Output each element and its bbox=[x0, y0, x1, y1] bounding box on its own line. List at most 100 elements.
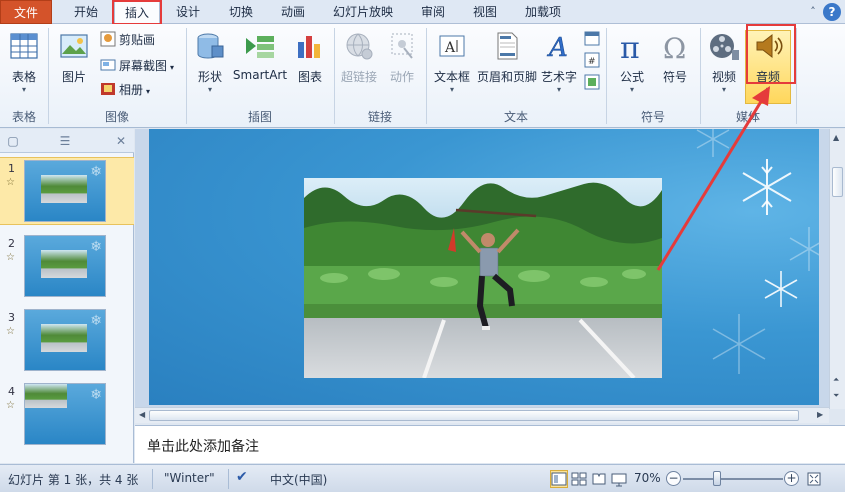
zoom-in-button[interactable]: + bbox=[784, 471, 799, 486]
snowflake-decoration bbox=[696, 129, 819, 374]
group-label-symbols: 符号 bbox=[640, 110, 665, 124]
action-button[interactable]: 动作 bbox=[384, 28, 420, 104]
zoom-out-button[interactable]: − bbox=[666, 471, 681, 486]
ribbon: 表格 ▾ 表格 图片 剪贴画 屏幕截图 ▾ 相册 ▾ 图像 形状 ▾ Smart… bbox=[0, 24, 845, 128]
transition-star-icon: ☆ bbox=[6, 400, 15, 411]
textbox-icon: A bbox=[439, 35, 465, 57]
picture-button[interactable]: 图片 bbox=[54, 28, 94, 104]
normal-view-icon[interactable] bbox=[550, 470, 568, 488]
header-footer-icon bbox=[497, 32, 518, 60]
object-icon[interactable] bbox=[584, 74, 600, 90]
screenshot-button[interactable]: 屏幕截图 ▾ bbox=[100, 56, 174, 76]
omega-icon: Ω bbox=[663, 32, 686, 62]
help-icon[interactable]: ? bbox=[823, 3, 841, 21]
current-slide[interactable] bbox=[149, 129, 819, 405]
slide-number-icon[interactable]: # bbox=[584, 52, 600, 68]
slide-editing-area: ◀ ▶ bbox=[135, 129, 829, 423]
hyperlink-button[interactable]: 超链接 bbox=[338, 28, 380, 104]
transition-star-icon: ☆ bbox=[6, 252, 15, 263]
scroll-right-icon[interactable]: ▶ bbox=[817, 410, 823, 419]
tab-animations[interactable]: 动画 bbox=[270, 0, 316, 24]
transition-star-icon: ☆ bbox=[6, 177, 15, 188]
outline-tab-icon[interactable]: ☰ bbox=[56, 132, 74, 150]
header-footer-button[interactable]: 页眉和页脚 bbox=[476, 28, 538, 104]
slide-thumbnail-2[interactable]: 2 ☆ ❄ bbox=[0, 233, 134, 301]
tab-home[interactable]: 开始 bbox=[60, 0, 112, 24]
language-status[interactable]: 中文(中国) bbox=[270, 471, 327, 488]
zoom-level[interactable]: 70% bbox=[634, 471, 661, 485]
slide-thumbnail-1[interactable]: 1 ☆ ❄ bbox=[0, 157, 134, 225]
slide-count-status: 幻灯片 第 1 张，共 4 张 bbox=[8, 473, 139, 487]
group-label-media: 媒体 bbox=[735, 110, 760, 124]
group-label-text: 文本 bbox=[503, 110, 528, 124]
speaker-icon bbox=[756, 33, 783, 59]
audio-button[interactable]: 音频 ▾ bbox=[746, 28, 790, 104]
group-label-links: 链接 bbox=[367, 110, 392, 124]
svg-text:π: π bbox=[620, 31, 640, 62]
tab-transitions[interactable]: 切换 bbox=[218, 0, 264, 24]
pi-icon: π bbox=[620, 31, 640, 62]
shapes-icon bbox=[197, 33, 224, 59]
next-slide-icon[interactable]: ⏷ bbox=[833, 391, 839, 401]
shapes-button[interactable]: 形状 ▾ bbox=[192, 28, 228, 104]
tab-insert[interactable]: 插入 bbox=[114, 0, 160, 25]
tab-view[interactable]: 视图 bbox=[462, 0, 508, 24]
close-panel-icon[interactable]: ✕ bbox=[112, 132, 130, 150]
wordart-button[interactable]: A 艺术字 ▾ bbox=[540, 28, 578, 104]
chart-button[interactable]: 图表 bbox=[292, 28, 328, 104]
wordart-icon: A bbox=[547, 33, 568, 62]
slides-tab-icon[interactable]: ▢ bbox=[4, 132, 22, 150]
smartart-button[interactable]: SmartArt bbox=[232, 28, 288, 104]
group-label-illustration: 插图 bbox=[247, 110, 272, 124]
slide-sorter-view-icon[interactable] bbox=[570, 470, 588, 488]
zoom-slider-track[interactable] bbox=[683, 478, 783, 480]
tab-design[interactable]: 设计 bbox=[165, 0, 211, 24]
notes-placeholder: 单击此处添加备注 bbox=[147, 439, 259, 455]
slideshow-view-icon[interactable] bbox=[610, 470, 628, 488]
vertical-scrollbar[interactable]: ▲ ⏶ ⏷ bbox=[829, 129, 845, 409]
tab-review[interactable]: 审阅 bbox=[410, 0, 456, 24]
album-button[interactable]: 相册 ▾ bbox=[100, 80, 150, 100]
screenshot-icon bbox=[100, 59, 116, 71]
symbol-button[interactable]: Ω 符号 bbox=[656, 28, 694, 104]
chart-icon bbox=[298, 36, 320, 58]
tai-chi-photo bbox=[304, 178, 662, 378]
reading-view-icon[interactable] bbox=[590, 470, 608, 488]
table-button[interactable]: 表格 ▾ bbox=[4, 28, 44, 104]
table-icon bbox=[10, 33, 38, 59]
slides-panel: ▢ ☰ ✕ 1 ☆ ❄ 2 ☆ ❄ 3 ☆ ❄ 4 ☆ ❄ bbox=[0, 129, 134, 463]
picture-icon bbox=[60, 34, 88, 58]
slide-photo[interactable] bbox=[304, 178, 662, 378]
clipart-icon bbox=[100, 31, 116, 47]
spell-check-icon[interactable]: ✔ bbox=[236, 469, 248, 485]
status-bar: 幻灯片 第 1 张，共 4 张 "Winter" ✔ 中文(中国) 70% − … bbox=[0, 464, 845, 492]
minimize-ribbon-icon[interactable]: ˄ bbox=[805, 4, 821, 20]
panel-tabs: ▢ ☰ ✕ bbox=[0, 129, 134, 153]
textbox-button[interactable]: A 文本框 ▾ bbox=[432, 28, 472, 104]
theme-name-status[interactable]: "Winter" bbox=[164, 471, 215, 485]
vertical-scroll-thumb[interactable] bbox=[832, 167, 843, 197]
slide-thumbnail-3[interactable]: 3 ☆ ❄ bbox=[0, 307, 134, 375]
svg-text:Ω: Ω bbox=[663, 32, 686, 62]
zoom-slider-thumb[interactable] bbox=[713, 471, 721, 486]
fit-to-window-icon[interactable] bbox=[805, 470, 823, 488]
scroll-up-icon[interactable]: ▲ bbox=[833, 133, 839, 142]
smartart-icon bbox=[246, 36, 274, 58]
globe-link-icon bbox=[346, 33, 373, 60]
video-button[interactable]: 视频 ▾ bbox=[704, 28, 744, 104]
transition-star-icon: ☆ bbox=[6, 326, 15, 337]
slide-thumbnail-4[interactable]: 4 ☆ ❄ bbox=[0, 381, 134, 449]
tab-addins[interactable]: 加载项 bbox=[515, 0, 571, 24]
baidu-watermark-url: jingyan.baidu.com bbox=[690, 448, 774, 458]
equation-button[interactable]: π 公式 ▾ bbox=[612, 28, 652, 104]
scroll-left-icon[interactable]: ◀ bbox=[139, 410, 145, 419]
prev-slide-icon[interactable]: ⏶ bbox=[833, 375, 839, 385]
tab-file[interactable]: 文件 bbox=[0, 0, 52, 24]
tab-slideshow[interactable]: 幻灯片放映 bbox=[322, 0, 404, 24]
svg-text:#: # bbox=[588, 57, 596, 67]
group-label-table: 表格 bbox=[11, 110, 36, 124]
clipart-button[interactable]: 剪贴画 bbox=[100, 30, 155, 50]
date-time-icon[interactable] bbox=[584, 30, 600, 46]
action-icon bbox=[391, 33, 413, 59]
film-reel-icon bbox=[710, 34, 739, 60]
